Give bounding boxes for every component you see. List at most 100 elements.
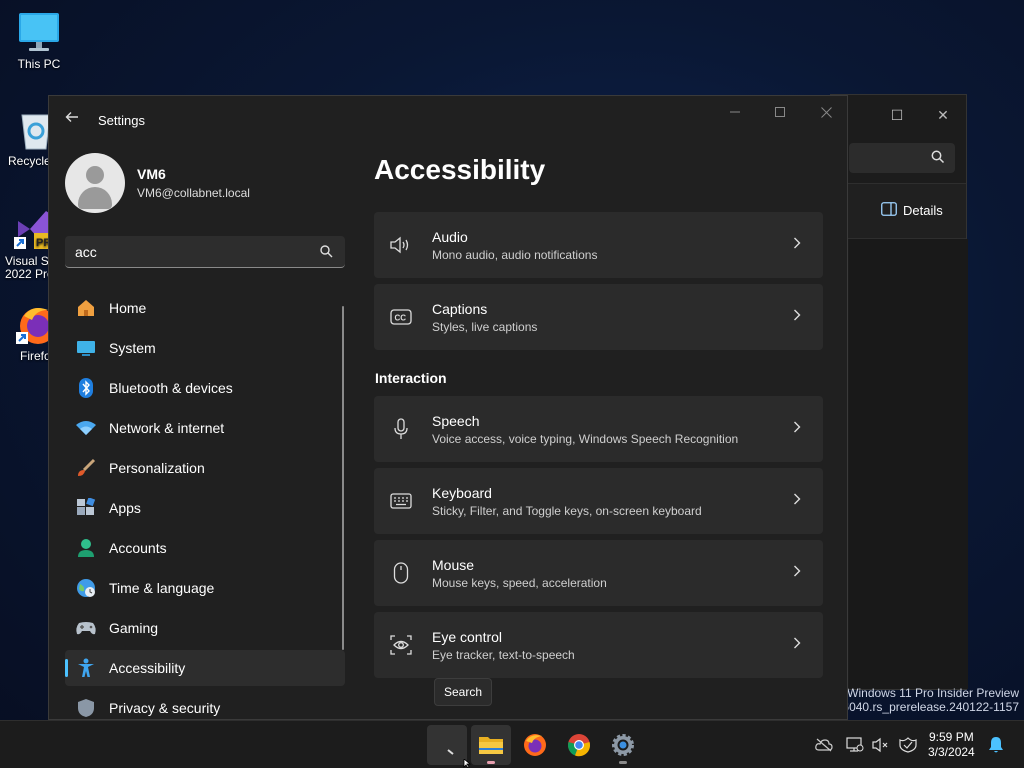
globe-clock-icon [75,577,97,599]
visual-studio-icon: PR [12,207,48,251]
details-pane-icon [881,202,897,219]
avatar [65,153,125,213]
volume-muted-icon[interactable] [872,736,890,754]
card-captions[interactable]: CC Captions Styles, live captions [374,284,823,350]
chevron-right-icon [793,420,823,438]
settings-content: Accessibility Audio Mono audio, audio no… [374,96,824,719]
gear-icon [612,734,634,756]
nav-item-bluetooth[interactable]: Bluetooth & devices [65,370,345,406]
desktop-icon-recycle-bin[interactable]: Recycle [0,107,52,168]
desktop-icon-this-pc[interactable]: This PC [1,10,77,71]
explorer-close-button[interactable]: ✕ [920,100,966,130]
nav-item-accessibility[interactable]: Accessibility [65,650,345,686]
running-indicator [619,761,627,764]
recycle-bin-icon [14,107,52,151]
nav-item-accounts[interactable]: Accounts [65,530,345,566]
microphone-icon [390,418,412,440]
nav-item-apps[interactable]: Apps [65,490,345,526]
card-title: Speech [432,412,480,429]
file-explorer-window: ☐ ✕ Details [830,94,968,690]
nav-item-label: Network & internet [109,420,225,436]
section-heading-interaction: Interaction [375,370,447,386]
card-audio[interactable]: Audio Mono audio, audio notifications [374,212,823,278]
search-icon [447,749,454,755]
network-icon[interactable] [846,736,864,754]
chrome-icon [568,734,590,757]
card-keyboard[interactable]: Keyboard Sticky, Filter, and Toggle keys… [374,468,823,534]
home-icon [75,297,97,319]
card-subtitle: Sticky, Filter, and Toggle keys, on-scre… [432,503,702,518]
taskbar-chrome[interactable] [559,725,599,765]
chevron-right-icon [793,236,823,254]
nav-item-system[interactable]: System [65,330,345,366]
folder-icon [479,737,503,754]
nav-item-label: Home [109,300,147,316]
nav-item-label: Personalization [109,460,205,476]
speaker-icon [390,234,412,256]
search-icon[interactable] [320,245,333,263]
nav-item-privacy[interactable]: Privacy & security [65,690,345,719]
back-button[interactable] [63,110,81,128]
user-profile[interactable]: VM6 VM6@collabnet.local [65,153,250,213]
accounts-icon [75,537,97,559]
notification-bell-icon[interactable] [987,736,1005,754]
explorer-search-input[interactable] [849,143,955,173]
nav-item-network[interactable]: Network & internet [65,410,345,446]
card-subtitle: Mouse keys, speed, acceleration [432,575,607,590]
card-subtitle: Eye tracker, text-to-speech [432,647,575,662]
gamepad-icon [75,617,97,639]
desktop-icon-label: Firefo [20,349,48,363]
nav-item-home[interactable]: Home [65,290,345,326]
nav-item-gaming[interactable]: Gaming [65,610,345,646]
running-indicator [487,761,495,764]
card-mouse[interactable]: Mouse Mouse keys, speed, acceleration [374,540,823,606]
back-arrow-icon [65,112,78,122]
settings-search-input[interactable] [75,236,305,267]
taskbar-file-explorer[interactable] [471,725,511,765]
card-title: Keyboard [432,484,492,501]
card-eye-control[interactable]: Eye control Eye tracker, text-to-speech [374,612,823,678]
security-shield-icon[interactable] [899,736,917,754]
nav-item-label: Time & language [109,580,215,596]
details-label: Details [903,203,943,218]
card-subtitle: Voice access, voice typing, Windows Spee… [432,431,739,446]
desktop-icon-label: Recycle [8,154,51,168]
details-button[interactable]: Details [881,202,943,219]
card-title: Captions [432,300,488,317]
apps-icon [75,497,97,519]
search-tooltip: Search [434,678,493,706]
windows-watermark: Windows 11 Pro Insider Preview 26040.rs_… [836,686,1019,714]
card-subtitle: Styles, live captions [432,319,538,334]
nav-item-personalization[interactable]: Personalization [65,450,345,486]
nav-item-label: Gaming [109,620,159,636]
taskbar-search-button[interactable] [427,725,467,765]
nav-item-label: System [109,340,156,356]
explorer-maximize-button[interactable]: ☐ [874,100,920,130]
taskbar: 9:59 PM 3/3/2024 [0,720,1024,768]
accessibility-icon [75,657,97,679]
window-title: Settings [98,113,145,128]
chevron-right-icon [793,636,823,654]
watermark-line1: Windows 11 Pro Insider Preview [847,686,1019,700]
system-clock[interactable]: 9:59 PM 3/3/2024 [928,730,975,760]
card-speech[interactable]: Speech Voice access, voice typing, Windo… [374,396,823,462]
watermark-line2: 26040.rs_prerelease.240122-1157 [835,700,1019,714]
taskbar-settings[interactable] [603,725,643,765]
nav-item-time-language[interactable]: Time & language [65,570,345,606]
user-email: VM6@collabnet.local [137,186,250,200]
settings-window: Settings VM6 VM6@collabnet.local Home [48,95,848,720]
desktop-icon-firefox[interactable]: Firefo [0,302,48,363]
settings-search-box [65,236,345,268]
bluetooth-icon [75,377,97,399]
nav-item-label: Accounts [109,540,167,556]
taskbar-firefox[interactable] [515,725,555,765]
firefox-icon [524,734,546,756]
firefox-icon [14,302,48,346]
keyboard-icon [390,490,412,512]
explorer-command-bar: Details [831,183,966,239]
nav-scrollbar[interactable] [342,306,344,650]
shield-icon [75,697,97,719]
desktop-icon-visual-studio[interactable]: PR Visual St 2022 Pre [0,207,48,281]
clock-date: 3/3/2024 [928,745,975,759]
onedrive-offline-icon[interactable] [815,736,833,754]
